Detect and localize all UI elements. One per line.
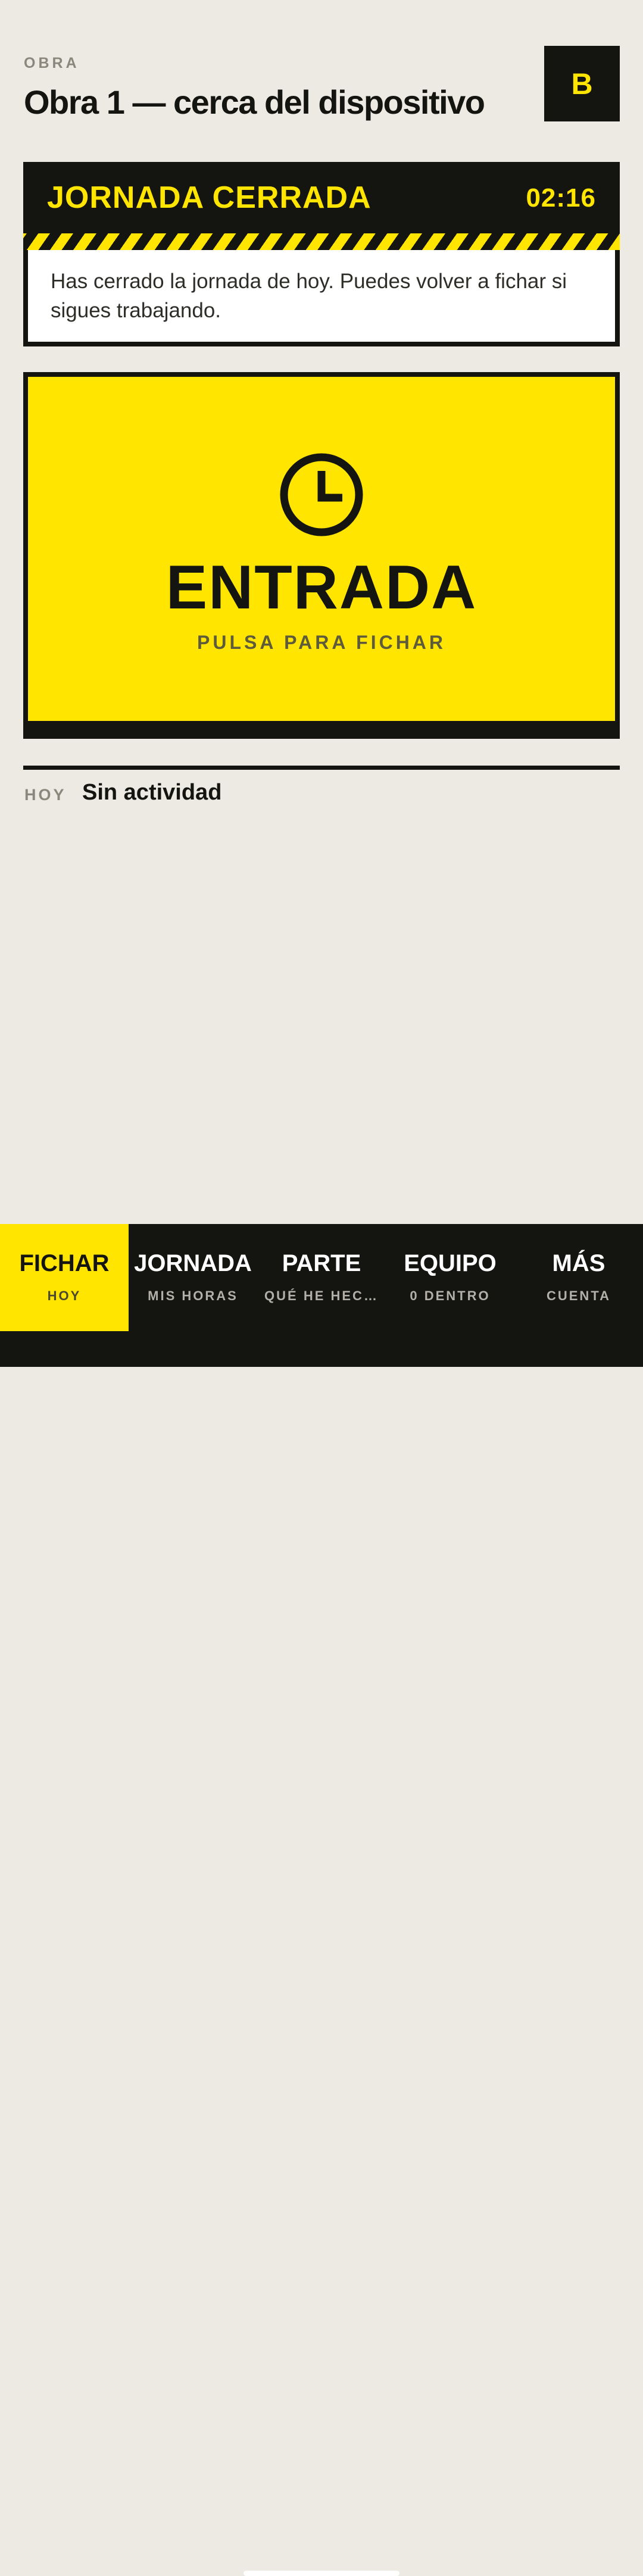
site-header: OBRA Obra 1 — cerca del dispositivo bbox=[24, 55, 536, 121]
site-title[interactable]: Obra 1 — cerca del dispositivo bbox=[24, 83, 536, 121]
tab-mas[interactable]: MÁS CUENTA bbox=[514, 1224, 643, 1331]
home-indicator[interactable] bbox=[244, 2571, 399, 2576]
tab-label: EQUIPO bbox=[404, 1250, 497, 1276]
avatar[interactable]: B bbox=[544, 46, 620, 121]
tab-parte[interactable]: PARTE QUÉ HE HEC… bbox=[257, 1224, 386, 1331]
hazard-stripe bbox=[23, 233, 620, 250]
tab-label: FICHAR bbox=[19, 1250, 110, 1276]
status-title: JORNADA CERRADA bbox=[47, 180, 372, 215]
site-label: OBRA bbox=[24, 55, 80, 71]
status-card: JORNADA CERRADA 02:16 Has cerrado la jor… bbox=[23, 162, 620, 346]
today-activity: Sin actividad bbox=[82, 780, 222, 805]
today-label: HOY bbox=[24, 786, 67, 804]
tab-sublabel: QUÉ HE HEC… bbox=[264, 1288, 379, 1303]
tab-sublabel: MIS HORAS bbox=[148, 1288, 238, 1303]
bottom-nav: FICHAR HOY JORNADA MIS HORAS PARTE QUÉ H… bbox=[0, 1224, 643, 2576]
clock-in-button[interactable]: ENTRADA PULSA PARA FICHAR bbox=[23, 372, 620, 739]
tab-sublabel: CUENTA bbox=[546, 1288, 611, 1303]
status-message: Has cerrado la jornada de hoy. Puedes vo… bbox=[51, 270, 567, 322]
clock-icon bbox=[280, 453, 363, 536]
divider bbox=[23, 766, 620, 770]
status-header: JORNADA CERRADA 02:16 bbox=[23, 162, 620, 233]
tab-jornada[interactable]: JORNADA MIS HORAS bbox=[129, 1224, 257, 1331]
tab-label: JORNADA bbox=[134, 1250, 252, 1276]
tab-sublabel: HOY bbox=[47, 1288, 82, 1303]
status-time: 02:16 bbox=[526, 183, 596, 213]
tab-equipo[interactable]: EQUIPO 0 DENTRO bbox=[386, 1224, 514, 1331]
tab-label: MÁS bbox=[552, 1250, 605, 1276]
tab-fichar[interactable]: FICHAR HOY bbox=[0, 1224, 129, 1331]
tab-sublabel: 0 DENTRO bbox=[410, 1288, 491, 1303]
clock-in-sublabel: PULSA PARA FICHAR bbox=[196, 632, 447, 653]
tab-label: PARTE bbox=[282, 1250, 361, 1276]
clock-in-label: ENTRADA bbox=[166, 553, 477, 622]
status-body: Has cerrado la jornada de hoy. Puedes vo… bbox=[23, 250, 620, 346]
